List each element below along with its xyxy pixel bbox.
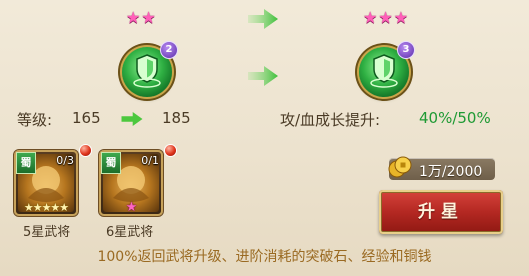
material-count: 0/3 bbox=[56, 154, 74, 167]
next-stars: ★ ★ ★ bbox=[363, 10, 408, 26]
notification-dot-icon bbox=[80, 145, 91, 156]
material-card-6star[interactable]: 蜀 0/1 ★ bbox=[99, 150, 163, 216]
level-from: 165 bbox=[72, 109, 101, 127]
star-icon: ★ bbox=[363, 8, 378, 27]
notification-dot-icon bbox=[165, 145, 176, 156]
arrow-right-icon bbox=[248, 66, 278, 86]
current-rank-emblem: 2 bbox=[122, 41, 178, 97]
material-card-5star[interactable]: 蜀 0/3 ★★★★★ bbox=[14, 150, 78, 216]
growth-label: 攻/血成长提升: bbox=[280, 111, 381, 129]
star-icon: ★ bbox=[141, 8, 156, 27]
star-icon: ★★★★★ bbox=[23, 201, 69, 214]
level-to: 185 bbox=[162, 109, 191, 127]
kingdom-badge: 蜀 bbox=[16, 152, 36, 174]
footer-note: 100%返回武将升级、进阶消耗的突破石、经验和铜钱 bbox=[97, 249, 432, 265]
rank-badge: 3 bbox=[397, 41, 415, 59]
star-icon: ★ bbox=[393, 8, 409, 27]
rank-badge: 2 bbox=[160, 41, 178, 59]
material-count: 0/1 bbox=[141, 154, 159, 167]
cost-text: 1万/2000 bbox=[419, 164, 483, 180]
star-icon: ★ bbox=[378, 8, 393, 27]
upgrade-star-button[interactable]: 升星 bbox=[379, 190, 503, 234]
arrow-right-icon bbox=[248, 9, 278, 29]
next-rank-emblem: 3 bbox=[359, 41, 415, 97]
star-upgrade-panel: ★ ★ ★ ★ ★ 2 3 等级: 165 185 攻/血成长提升: 40%/5… bbox=[0, 0, 529, 276]
level-label: 等级: bbox=[17, 111, 53, 129]
current-stars: ★ ★ bbox=[126, 10, 156, 26]
arrow-right-icon bbox=[121, 112, 143, 126]
growth-value: 40%/50% bbox=[419, 109, 491, 127]
card-stars: ★★★★★ bbox=[14, 202, 78, 213]
star-icon: ★ bbox=[126, 8, 141, 27]
star-icon: ★ bbox=[125, 200, 138, 215]
copper-coin-icon bbox=[388, 156, 412, 178]
material-label: 6星武将 bbox=[106, 225, 154, 240]
kingdom-badge: 蜀 bbox=[101, 152, 121, 174]
card-stars: ★ bbox=[99, 200, 163, 215]
material-label: 5星武将 bbox=[23, 225, 71, 240]
cost-display: 1万/2000 bbox=[388, 156, 495, 180]
